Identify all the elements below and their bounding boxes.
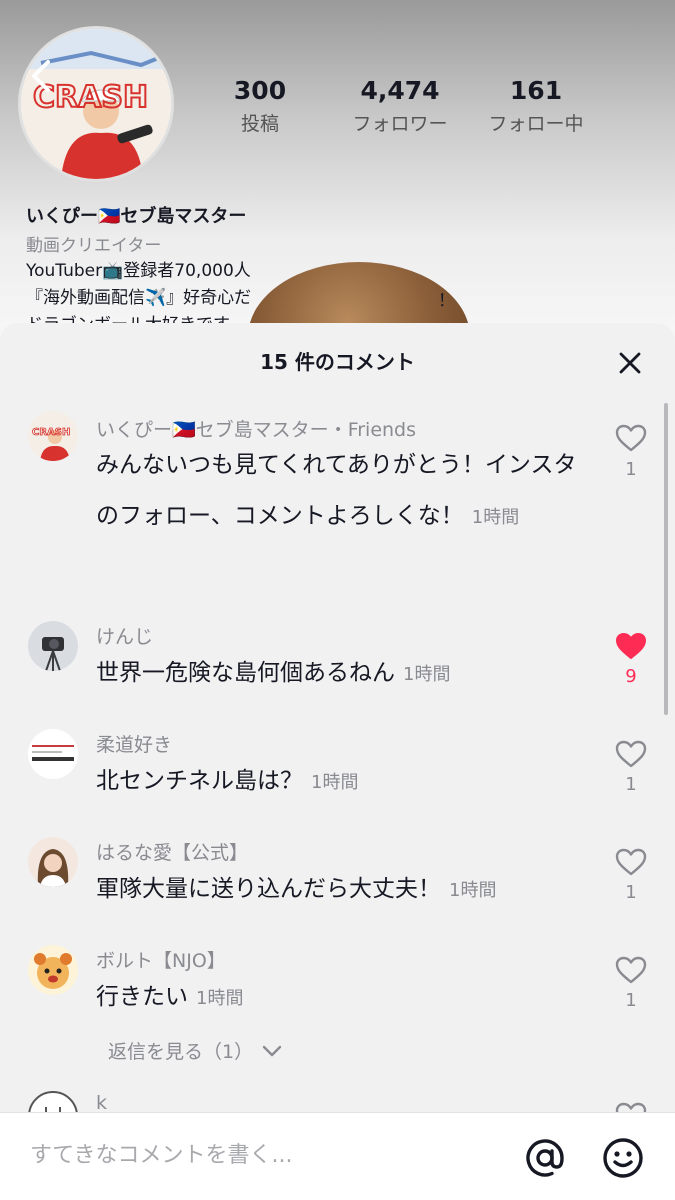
chevron-down-icon [262, 1045, 282, 1056]
stat-posts[interactable]: 300 投稿 [210, 76, 310, 136]
like-count: 1 [625, 459, 637, 480]
close-button[interactable] [612, 345, 648, 381]
comment-avatar[interactable] [28, 945, 78, 995]
comment-avatar[interactable] [28, 837, 78, 887]
comment-avatar-image [28, 621, 78, 671]
like-button[interactable] [612, 421, 650, 455]
comment-time: 1時間 [471, 507, 520, 528]
comment-text-block: 軍隊大量に送り込んだら大丈夫！ 1時間 [96, 864, 586, 916]
comment-author[interactable]: はるな愛【公式】 [96, 838, 248, 865]
heart-outline-icon [615, 956, 647, 984]
heart-outline-icon [615, 848, 647, 876]
author-separator: ・ [328, 419, 348, 441]
stat-following-value: 161 [509, 76, 563, 105]
comment-avatar-image [28, 945, 78, 995]
like-button[interactable] [612, 737, 650, 771]
profile-stats: 300 投稿 4,474 フォロワー 161 フォロー中 [210, 76, 596, 136]
comment-avatar-image [28, 729, 78, 779]
like-count: 9 [625, 666, 637, 687]
comment-text: 行きたい [96, 984, 188, 1010]
friends-tag: Friends [347, 419, 417, 441]
comments-sheet: 15 件のコメント CRASH いくぴー🇵🇭セブ島マスター・Friends みん… [0, 323, 675, 1200]
comment-time: 1時間 [311, 772, 359, 793]
bio-line-2-tail: ！ [438, 291, 455, 311]
comment-text-block: 世界一危険な島何個あるねん 1時間 [96, 648, 586, 700]
close-icon [619, 352, 641, 374]
comment-author[interactable]: 柔道好き [96, 730, 172, 757]
profile-name: いくぴー🇵🇭セブ島マスター [26, 206, 247, 227]
comments-title: 15 件のコメント [260, 350, 415, 374]
stat-followers[interactable]: 4,474 フォロワー [330, 76, 470, 136]
comment-avatar-image [28, 837, 78, 887]
mention-button[interactable] [522, 1135, 568, 1181]
comment-text: 軍隊大量に送り込んだら大丈夫！ [96, 876, 441, 902]
emoji-smile-icon [603, 1138, 643, 1178]
comment-input[interactable] [30, 1135, 490, 1175]
comment-author[interactable]: けんじ [96, 622, 153, 649]
profile-background: CRASH 300 投稿 4,474 フォロワー 161 フォロー中 いくぴー🇵… [0, 0, 675, 340]
profile-category: 動画クリエイター [26, 236, 162, 256]
comment-text: 世界一危険な島何個あるねん [96, 660, 395, 686]
comment-avatar[interactable] [28, 729, 78, 779]
comment-text-block: みんないつも見てくれてありがとう！インスタのフォロー、コメントよろしくな！ 1時間 [96, 440, 586, 543]
comment-text-block: 北センチネル島は？ 1時間 [96, 756, 586, 808]
heart-filled-icon [616, 633, 646, 659]
comment-author[interactable]: ボルト【NJO】 [96, 946, 226, 973]
comment-author-name: いくぴー🇵🇭セブ島マスター [96, 419, 329, 441]
comment-avatar-image: CRASH [28, 411, 78, 461]
like-count: 1 [625, 990, 637, 1011]
comment-author[interactable]: いくぴー🇵🇭セブ島マスター・Friends [96, 415, 416, 442]
comment-time: 1時間 [403, 664, 451, 685]
back-button[interactable] [24, 56, 60, 96]
like-count: 1 [625, 774, 637, 795]
profile-avatar-image: CRASH [21, 29, 171, 179]
comment-text-block: 行きたい 1時間 [96, 972, 586, 1024]
bio-line-2: 『海外動画配信✈️』好奇心だ [26, 288, 252, 308]
bio-line-1: YouTuber📺登録者70,000人 [26, 261, 251, 281]
stat-posts-label: 投稿 [240, 113, 279, 135]
heart-outline-icon [615, 740, 647, 768]
comment-avatar[interactable] [28, 621, 78, 671]
like-count: 1 [625, 882, 637, 903]
stat-followers-label: フォロワー [352, 113, 448, 135]
view-replies-button[interactable]: 返信を見る（1） [108, 1037, 283, 1064]
comment-input-bar [0, 1112, 675, 1200]
scrollbar[interactable] [664, 403, 668, 715]
like-button[interactable] [612, 953, 650, 987]
comment-avatar-logo-text: CRASH [32, 427, 70, 438]
view-replies-label: 返信を見る（1） [108, 1041, 254, 1063]
like-button[interactable] [612, 629, 650, 663]
emoji-button[interactable] [600, 1135, 646, 1181]
chevron-left-icon [32, 60, 50, 92]
heart-outline-icon [615, 424, 647, 452]
comment-time: 1時間 [196, 988, 244, 1009]
at-sign-icon [526, 1139, 564, 1177]
stat-following-label: フォロー中 [488, 113, 584, 135]
stat-followers-value: 4,474 [360, 76, 440, 105]
stat-following[interactable]: 161 フォロー中 [476, 76, 596, 136]
comment-avatar[interactable]: CRASH [28, 411, 78, 461]
like-button[interactable] [612, 845, 650, 879]
comment-author[interactable]: k [96, 1092, 107, 1114]
stat-posts-value: 300 [233, 76, 287, 105]
comment-time: 1時間 [449, 880, 497, 901]
comment-text: 北センチネル島は？ [96, 768, 303, 794]
profile-avatar[interactable]: CRASH [18, 26, 174, 182]
